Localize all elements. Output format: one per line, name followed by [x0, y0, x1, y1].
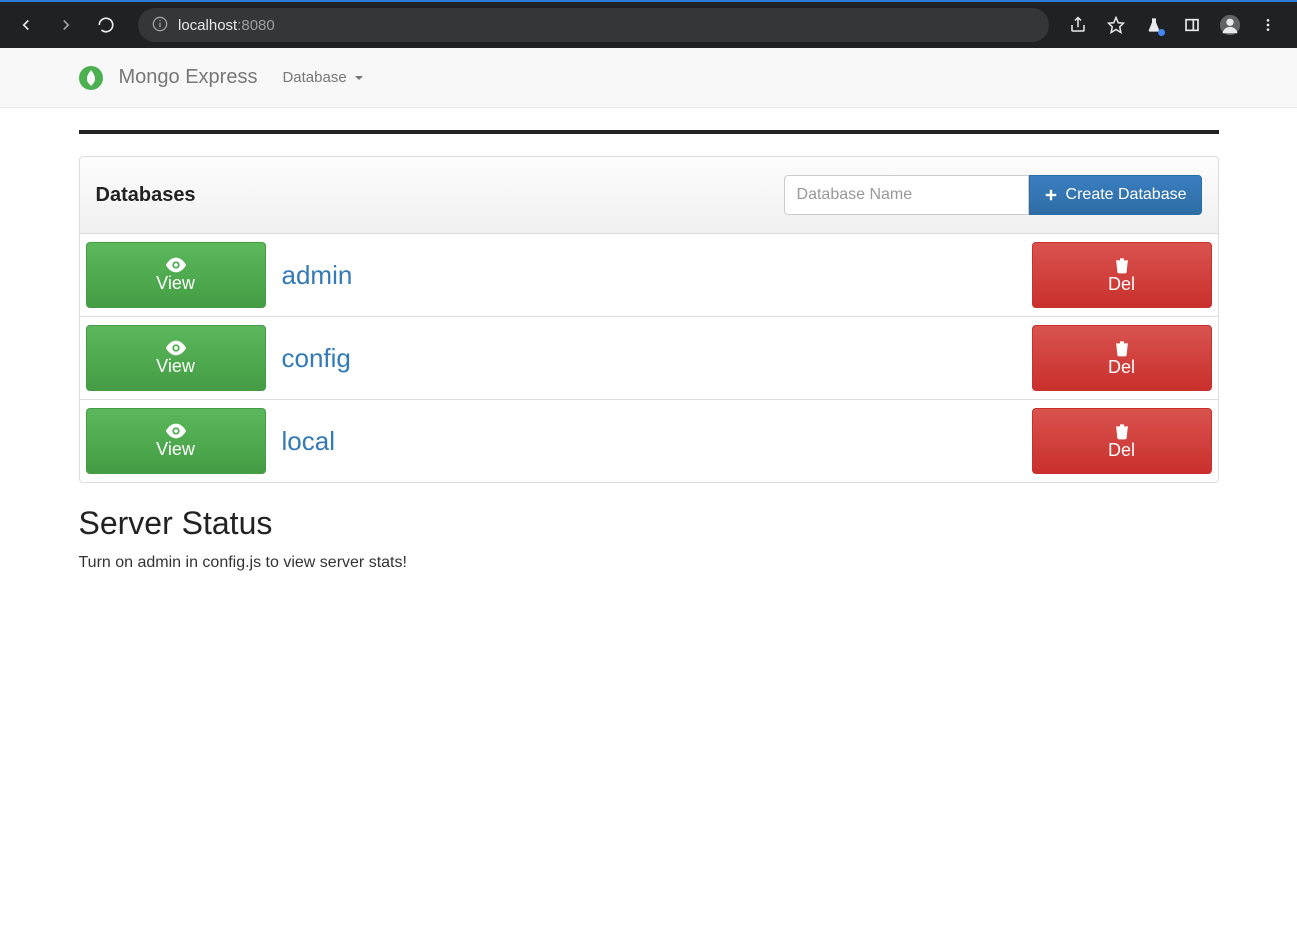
plus-icon — [1044, 188, 1058, 202]
delete-button-label: Del — [1108, 274, 1135, 295]
eye-icon — [165, 423, 187, 439]
server-status-heading: Server Status — [79, 505, 1219, 542]
delete-button-label: Del — [1108, 440, 1135, 461]
brand-link[interactable]: Mongo Express — [119, 66, 258, 89]
create-database-button[interactable]: Create Database — [1029, 175, 1202, 215]
trash-icon — [1114, 256, 1130, 274]
panel-heading: Databases Create Database — [80, 157, 1218, 234]
brand-logo-icon[interactable] — [79, 66, 103, 90]
database-dropdown-label: Database — [282, 69, 346, 86]
delete-button-label: Del — [1108, 357, 1135, 378]
share-icon[interactable] — [1065, 12, 1091, 38]
table-row: View admin Del — [80, 234, 1218, 317]
site-info-icon[interactable] — [152, 16, 168, 35]
url-port: :8080 — [237, 17, 275, 34]
app-navbar: Mongo Express Database — [0, 48, 1297, 108]
database-link[interactable]: admin — [282, 260, 353, 290]
bookmark-star-icon[interactable] — [1103, 12, 1129, 38]
trash-icon — [1114, 422, 1130, 440]
eye-icon — [165, 257, 187, 273]
table-row: View local Del — [80, 400, 1218, 483]
database-link[interactable]: local — [282, 426, 335, 456]
databases-table: View admin Del View config Del View local Del — [80, 234, 1218, 482]
url-host: localhost — [178, 17, 237, 34]
delete-button[interactable]: Del — [1032, 408, 1212, 474]
browser-forward-button[interactable] — [50, 9, 82, 41]
view-button[interactable]: View — [86, 242, 266, 308]
panel-icon[interactable] — [1179, 12, 1205, 38]
delete-button[interactable]: Del — [1032, 242, 1212, 308]
browser-reload-button[interactable] — [90, 9, 122, 41]
eye-icon — [165, 340, 187, 356]
browser-menu-icon[interactable] — [1255, 12, 1281, 38]
top-divider — [79, 130, 1219, 134]
profile-avatar-icon[interactable] — [1217, 12, 1243, 38]
database-name-input[interactable] — [784, 175, 1029, 215]
trash-icon — [1114, 339, 1130, 357]
create-database-label: Create Database — [1066, 186, 1187, 204]
panel-title: Databases — [96, 184, 196, 207]
view-button[interactable]: View — [86, 325, 266, 391]
view-button-label: View — [156, 439, 195, 460]
extension-flask-icon[interactable] — [1141, 12, 1167, 38]
browser-back-button[interactable] — [10, 9, 42, 41]
database-link[interactable]: config — [282, 343, 351, 373]
url-text: localhost:8080 — [178, 17, 275, 34]
view-button-label: View — [156, 273, 195, 294]
view-button[interactable]: View — [86, 408, 266, 474]
chevron-down-icon — [355, 76, 363, 80]
server-status-message: Turn on admin in config.js to view serve… — [79, 554, 1219, 572]
table-row: View config Del — [80, 317, 1218, 400]
delete-button[interactable]: Del — [1032, 325, 1212, 391]
view-button-label: View — [156, 356, 195, 377]
browser-right-icons — [1065, 12, 1287, 38]
browser-address-bar[interactable]: localhost:8080 — [138, 8, 1049, 42]
database-dropdown[interactable]: Database — [282, 69, 362, 86]
databases-panel: Databases Create Database ViewadminDelVi… — [79, 156, 1219, 483]
browser-chrome: localhost:8080 — [0, 0, 1297, 48]
